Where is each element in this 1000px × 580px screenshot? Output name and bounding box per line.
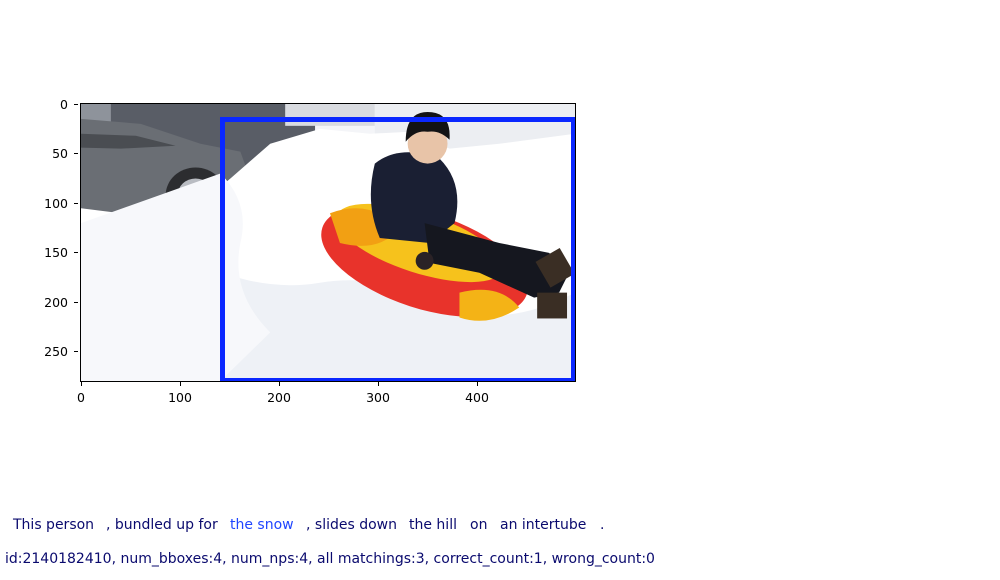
y-tick: 150 bbox=[0, 245, 78, 266]
metadata-line: id:2140182410, num_bboxes:4, num_nps:4, … bbox=[5, 551, 655, 567]
x-tick: 200 bbox=[259, 382, 299, 405]
y-tick-label: 0 bbox=[60, 97, 68, 112]
caption-phrase: . bbox=[600, 517, 605, 533]
x-tick: 400 bbox=[457, 382, 497, 405]
x-tick: 0 bbox=[61, 382, 101, 405]
caption-phrase: an intertube bbox=[500, 517, 587, 533]
caption: This person , bundled up for the snow , … bbox=[0, 517, 1000, 533]
y-tick-label: 50 bbox=[52, 146, 68, 161]
caption-phrase: on bbox=[470, 517, 488, 533]
x-tick-label: 300 bbox=[366, 390, 390, 405]
y-tick-label: 150 bbox=[44, 245, 68, 260]
image-axes bbox=[80, 103, 576, 382]
caption-phrase-highlighted: the snow bbox=[230, 517, 294, 533]
y-tick: 100 bbox=[0, 196, 78, 217]
x-tick-label: 100 bbox=[168, 390, 192, 405]
y-tick: 50 bbox=[0, 146, 78, 167]
x-tick-label: 0 bbox=[77, 390, 85, 405]
bounding-box bbox=[220, 117, 575, 381]
y-tick-label: 100 bbox=[44, 196, 68, 211]
y-tick-label: 200 bbox=[44, 295, 68, 310]
x-tick-label: 200 bbox=[267, 390, 291, 405]
caption-phrase: the hill bbox=[409, 517, 457, 533]
caption-phrase: , bundled up for bbox=[106, 517, 218, 533]
caption-phrase: This person bbox=[13, 517, 95, 533]
x-tick: 100 bbox=[160, 382, 200, 405]
x-tick-label: 400 bbox=[465, 390, 489, 405]
y-tick: 0 bbox=[0, 97, 78, 118]
y-tick: 250 bbox=[0, 344, 78, 365]
y-tick: 200 bbox=[0, 295, 78, 316]
y-tick-label: 250 bbox=[44, 344, 68, 359]
x-tick: 300 bbox=[358, 382, 398, 405]
caption-phrase: , slides down bbox=[306, 517, 397, 533]
